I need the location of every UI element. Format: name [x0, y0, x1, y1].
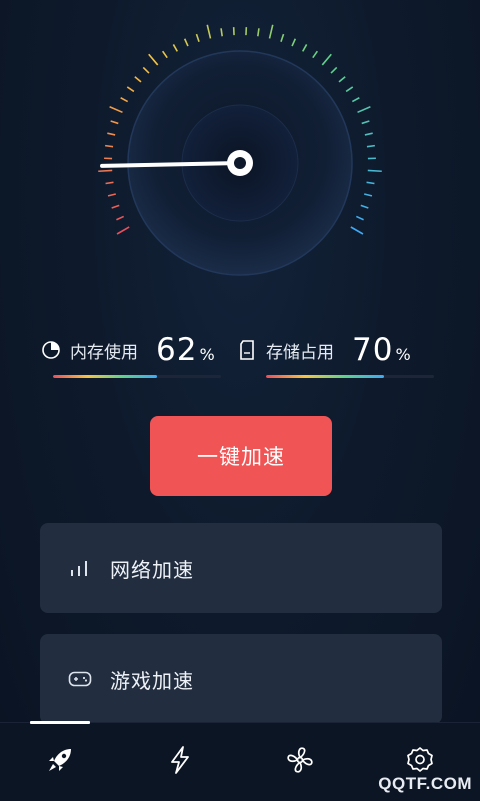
gauge-tick	[117, 227, 129, 234]
gauge-tick	[98, 170, 112, 171]
memory-stat: 内存使用 62 %	[40, 330, 215, 370]
gauge-tick	[367, 182, 375, 183]
speed-gauge	[0, 0, 480, 300]
gauge-tick	[221, 28, 222, 36]
watermark: QQTF.COM	[378, 774, 472, 794]
network-boost-card[interactable]: 网络加速	[40, 523, 442, 613]
memory-unit: %	[199, 345, 214, 364]
storage-value: 70	[352, 332, 393, 368]
gauge-tick	[163, 51, 168, 58]
storage-progress-fill	[266, 375, 384, 378]
gauge-tick	[105, 146, 113, 147]
gauge-tick	[121, 98, 128, 102]
gauge-tick	[331, 67, 337, 73]
storage-stat: 存储占用 70 %	[236, 330, 411, 370]
gamepad-icon	[68, 667, 92, 691]
network-boost-label: 网络加速	[110, 554, 194, 583]
one-click-boost-button[interactable]: 一键加速	[150, 416, 332, 496]
game-boost-card[interactable]: 游戏加速	[40, 634, 442, 724]
fan-icon	[285, 745, 315, 779]
gauge-tick	[196, 34, 199, 42]
gauge-tick	[292, 39, 295, 46]
gauge-tick	[313, 51, 318, 58]
gauge-tick	[149, 54, 158, 65]
storage-unit: %	[395, 345, 410, 364]
memory-label: 内存使用	[70, 338, 138, 363]
gauge-tick	[368, 170, 382, 171]
gauge-tick	[173, 44, 177, 51]
gauge-tick	[116, 216, 123, 219]
storage-label: 存储占用	[266, 338, 334, 363]
gauge-tick	[270, 25, 273, 39]
tab-cooling[interactable]	[240, 723, 360, 801]
gauge-tick	[112, 205, 120, 208]
gauge-tick	[108, 194, 116, 196]
gauge-tick	[346, 87, 353, 91]
signal-bars-icon	[68, 556, 92, 580]
tab-boost[interactable]	[0, 723, 120, 801]
tab-power[interactable]	[120, 723, 240, 801]
pie-chart-icon	[40, 339, 62, 361]
gauge-tick	[362, 121, 370, 123]
gauge-tick	[143, 67, 149, 73]
gauge-hub-center	[234, 157, 246, 169]
gauge-tick	[303, 44, 307, 51]
gauge-tick	[322, 54, 331, 65]
game-boost-label: 游戏加速	[110, 665, 194, 694]
gauge-tick	[207, 25, 210, 39]
rocket-icon	[45, 745, 75, 779]
gauge-tick	[361, 205, 369, 208]
lightning-icon	[167, 745, 193, 779]
gauge-tick	[339, 77, 345, 82]
gauge-tick	[111, 121, 119, 123]
gauge-tick	[365, 133, 373, 135]
gauge-tick	[356, 216, 363, 219]
gauge-tick	[358, 107, 371, 113]
gauge-tick	[106, 182, 114, 183]
storage-progress-bar	[266, 375, 434, 378]
gauge-tick	[110, 107, 123, 113]
gauge-tick	[258, 28, 259, 36]
gauge-tick	[185, 39, 188, 46]
gauge-tick	[281, 34, 284, 42]
gauge-tick	[367, 146, 375, 147]
memory-progress-bar	[53, 375, 221, 378]
sd-card-icon	[236, 339, 258, 361]
memory-progress-fill	[53, 375, 157, 378]
gauge-tick	[127, 87, 134, 91]
gauge-tick	[135, 77, 141, 82]
gauge-tick	[364, 194, 372, 196]
gauge-tick	[107, 133, 115, 135]
gauge-tick	[351, 227, 363, 234]
memory-value: 62	[156, 332, 197, 368]
gauge-tick	[352, 98, 359, 102]
